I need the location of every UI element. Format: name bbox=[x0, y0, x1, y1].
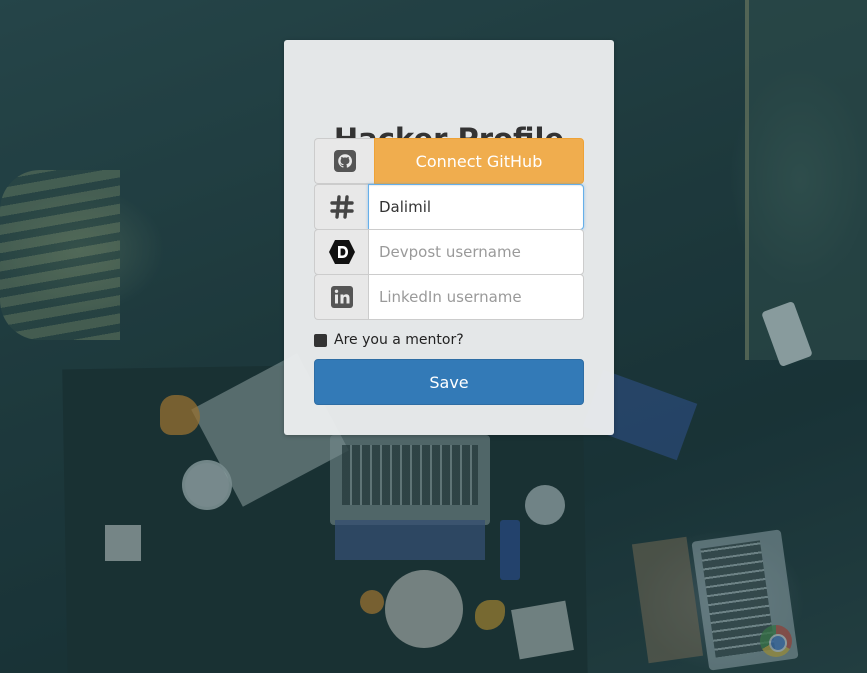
mentor-checkbox-label: Are you a mentor? bbox=[334, 332, 464, 348]
github-icon bbox=[314, 138, 374, 184]
slack-row bbox=[314, 184, 584, 230]
slack-hash-icon bbox=[314, 184, 368, 230]
slack-username-input[interactable] bbox=[368, 184, 584, 230]
mentor-checkbox[interactable] bbox=[314, 333, 327, 347]
devpost-row bbox=[314, 229, 584, 275]
linkedin-icon bbox=[314, 274, 368, 320]
linkedin-username-input[interactable] bbox=[368, 274, 584, 320]
connect-github-button[interactable]: Connect GitHub bbox=[374, 138, 584, 184]
github-row: Connect GitHub bbox=[314, 138, 584, 184]
mentor-checkbox-row[interactable]: Are you a mentor? bbox=[314, 332, 464, 348]
devpost-username-input[interactable] bbox=[368, 229, 584, 275]
linkedin-row bbox=[314, 274, 584, 320]
profile-card: Hacker Profile Connect GitHub bbox=[284, 40, 614, 435]
devpost-icon bbox=[314, 229, 368, 275]
save-button[interactable]: Save bbox=[314, 359, 584, 405]
